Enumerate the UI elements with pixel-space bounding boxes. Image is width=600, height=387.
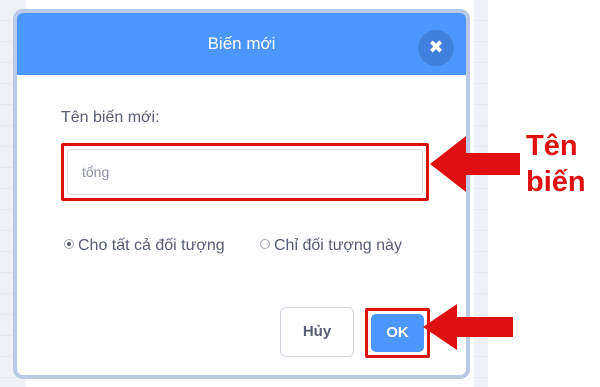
radio-this-sprite-only-label: Chỉ đối tượng này: [274, 237, 402, 254]
ok-button-highlight: OK: [365, 308, 430, 358]
radio-all-sprites-label: Cho tất cả đối tượng: [78, 237, 225, 254]
new-variable-dialog: Biến mới ✖ Tên biến mới: Cho tất cả đối …: [13, 9, 470, 379]
close-icon: ✖: [428, 37, 444, 57]
dialog-title: Biến mới: [207, 34, 276, 53]
cancel-button[interactable]: Hủy: [280, 307, 354, 357]
close-button[interactable]: ✖: [418, 30, 454, 66]
arrow-shape: [423, 304, 513, 350]
ok-button[interactable]: OK: [371, 314, 424, 352]
radio-unchecked-icon: [260, 239, 270, 249]
variable-name-input[interactable]: [67, 149, 423, 195]
variable-name-highlight: [61, 143, 429, 201]
arrow-left-icon: [430, 136, 520, 192]
variable-name-label: Tên biến mới:: [61, 109, 160, 126]
radio-this-sprite-only[interactable]: Chỉ đối tượng này: [260, 235, 430, 257]
radio-all-sprites[interactable]: Cho tất cả đối tượng: [64, 235, 244, 257]
arrow-left-icon: [423, 304, 513, 350]
radio-checked-icon: [64, 239, 74, 249]
annotation-label: Tên biến: [526, 130, 586, 198]
arrow-shape: [430, 136, 520, 192]
